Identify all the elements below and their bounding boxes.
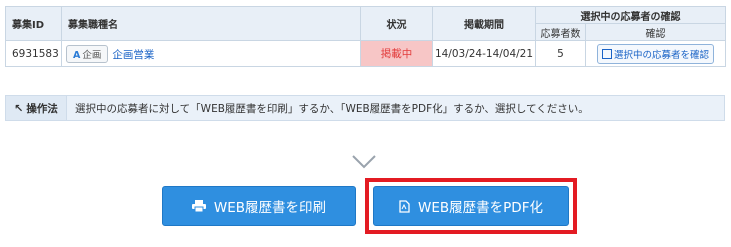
operation-bar: ↖ 操作法 選択中の応募者に対して「WEB履歴書を印刷」するか、「WEB履歴書を… [5, 95, 725, 121]
confirm-applicants-button[interactable]: 選択中の応募者を確認 [596, 43, 714, 64]
operation-instructions: 選択中の応募者に対して「WEB履歴書を印刷」するか、「WEB履歴書をPDF化」す… [75, 102, 589, 115]
header-confirm-group: 選択中の応募者の確認 [535, 6, 726, 24]
status-badge: 掲載中 [360, 40, 433, 67]
cursor-arrow-icon: ↖ [14, 101, 24, 115]
printer-icon [191, 200, 206, 212]
operation-label-text: 操作法 [26, 102, 58, 115]
highlight-box [365, 178, 577, 234]
chevron-down-icon [352, 155, 376, 169]
applicant-count: 5 [535, 40, 586, 67]
header-period: 掲載期間 [432, 6, 536, 41]
print-resume-label: WEB履歴書を印刷 [213, 200, 327, 216]
job-name-cell: A 企画 企画営業 [61, 40, 361, 67]
category-tag-label: 企画 [82, 49, 102, 61]
job-table: 募集ID 募集職種名 状況 掲載期間 選択中の応募者の確認 応募者数 確認 69… [5, 6, 726, 67]
confirm-cell: 選択中の応募者を確認 [585, 40, 726, 67]
window-icon [601, 48, 612, 59]
header-status: 状況 [360, 6, 433, 41]
category-tag-letter: A [73, 49, 81, 61]
header-confirm: 確認 [585, 23, 726, 41]
header-id: 募集ID [5, 6, 62, 41]
header-applicant-count: 応募者数 [535, 23, 586, 41]
operation-label: ↖ 操作法 [6, 96, 67, 120]
job-name-link[interactable]: 企画営業 [112, 49, 154, 61]
posting-period: 14/03/24-14/04/21 [432, 40, 536, 67]
category-tag: A 企画 [66, 44, 109, 63]
print-resume-button[interactable]: WEB履歴書を印刷 [162, 186, 356, 226]
table-row: 6931583 A 企画 企画営業 掲載中 14/03/24-14/04/21 5 … [5, 40, 726, 67]
header-job-name: 募集職種名 [61, 6, 361, 41]
confirm-applicants-label: 選択中の応募者を確認 [613, 49, 709, 61]
job-id: 6931583 [5, 40, 62, 67]
